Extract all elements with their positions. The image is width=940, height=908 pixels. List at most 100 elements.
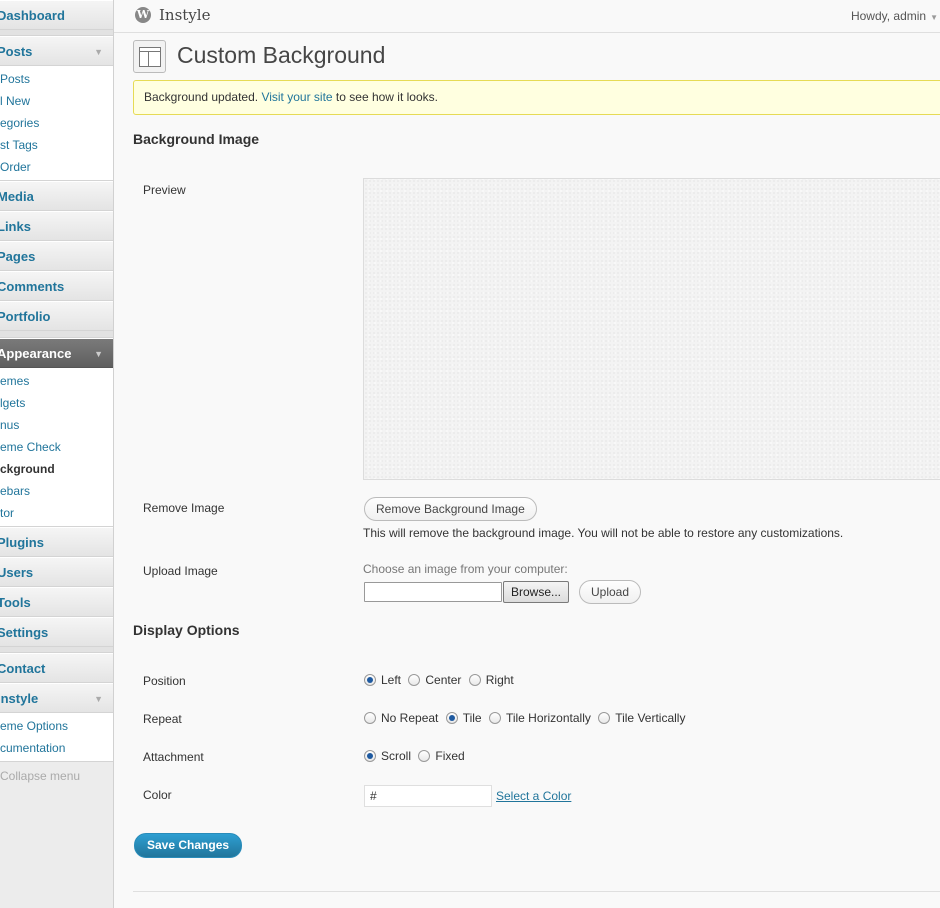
menu-users[interactable]: Users [0,557,113,587]
collapse-menu-label: Collapse menu [0,769,81,783]
remove-image-label: Remove Image [143,501,225,515]
position-label: Position [143,674,186,688]
radio-label: Scroll [381,749,412,763]
repeat-tile-option[interactable]: Tile [445,711,482,725]
radio-no-repeat[interactable] [364,712,376,724]
menu-settings[interactable]: Settings [0,617,113,647]
radio-right[interactable] [468,674,481,686]
submenu-item-add-new[interactable]: l New [0,90,113,112]
submenu-item-menus[interactable]: nus [0,414,113,436]
repeat-radio-group: No Repeat Tile Tile Horizontally Tile Ve… [364,711,689,725]
site-title[interactable]: Instyle [159,6,210,24]
menu-tools-label: Tools [0,595,31,610]
radio-tile-horizontally[interactable] [488,712,501,724]
submenu-label: egories [0,116,40,130]
repeat-no-repeat-option[interactable]: No Repeat [364,711,438,725]
user-menu[interactable]: Howdy, admin ▼ [851,9,938,23]
menu-comments-label: Comments [0,279,65,294]
collapse-menu[interactable]: Collapse menu [0,762,113,790]
menu-portfolio[interactable]: Portfolio [0,301,113,331]
chevron-down-icon[interactable]: ▼ [94,339,103,369]
menu-links[interactable]: Links [0,211,113,241]
notice-text: Background updated. [144,90,259,104]
file-path-input[interactable] [364,582,502,602]
submenu-label: lgets [0,396,26,410]
radio-left[interactable] [364,674,376,686]
chevron-down-icon[interactable]: ▼ [930,13,938,22]
submenu-item-documentation[interactable]: cumentation [0,737,113,759]
radio-tile[interactable] [445,712,458,724]
menu-tools[interactable]: Tools [0,587,113,617]
submenu-label: emes [0,374,30,388]
menu-plugins[interactable]: Plugins [0,527,113,557]
save-changes-button[interactable]: Save Changes [134,833,243,858]
menu-pages-label: Pages [0,249,36,264]
remove-image-description: This will remove the background image. Y… [363,526,844,540]
choose-image-text: Choose an image from your computer: [363,562,568,576]
repeat-tile-horizontally-option[interactable]: Tile Horizontally [488,711,591,725]
attachment-fixed-option[interactable]: Fixed [418,749,465,763]
browse-button[interactable]: Browse... [503,581,570,603]
remove-background-image-button[interactable]: Remove Background Image [364,497,537,521]
menu-plugins-label: Plugins [0,535,44,550]
radio-center[interactable] [408,674,421,686]
submenu-item-theme-check[interactable]: eme Check [0,436,113,458]
position-left-option[interactable]: Left [364,673,401,687]
radio-fixed[interactable] [418,750,431,762]
menu-dashboard[interactable]: Dashboard [0,0,113,30]
submenu-item-editor[interactable]: tor [0,502,113,524]
submenu-label: ebars [0,484,31,498]
submenu-item-post-tags[interactable]: st Tags [0,134,113,156]
radio-label: No Repeat [381,711,439,725]
preview-label: Preview [143,183,186,197]
submenu-item-widgets[interactable]: lgets [0,392,113,414]
submenu-item-posts[interactable]: Posts [0,68,113,90]
color-input[interactable]: # [364,785,492,807]
menu-users-label: Users [0,565,34,580]
menu-separator [0,331,113,338]
select-color-link[interactable]: Select a Color [496,789,571,803]
repeat-label: Repeat [143,712,182,726]
footer-divider [133,891,940,892]
submenu-label: nus [0,418,20,432]
submenu-label: tor [0,506,15,520]
submenu-label: eme Check [0,440,61,454]
chevron-down-icon[interactable]: ▼ [94,684,103,714]
menu-portfolio-label: Portfolio [0,309,51,324]
update-notice: Background updated. Visit your site to s… [133,80,940,115]
radio-label: Right [485,673,514,687]
radio-scroll[interactable] [364,750,376,762]
menu-instyle[interactable]: Instyle ▼ [0,683,113,713]
attachment-scroll-option[interactable]: Scroll [364,749,411,763]
submenu-item-themes[interactable]: emes [0,370,113,392]
submenu-label: Order [0,160,31,174]
menu-contact[interactable]: Contact [0,653,113,683]
submenu-item-sidebars[interactable]: ebars [0,480,113,502]
wordpress-logo-icon: W [135,7,151,23]
radio-tile-vertically[interactable] [598,712,611,724]
chevron-down-icon[interactable]: ▼ [94,37,103,67]
menu-instyle-label: Instyle [0,691,39,706]
upload-button[interactable]: Upload [579,580,642,604]
submenu-item-theme-options[interactable]: eme Options [0,715,113,737]
submenu-label: l New [0,94,31,108]
position-right-option[interactable]: Right [468,673,514,687]
position-center-option[interactable]: Center [408,673,461,687]
submenu-item-order[interactable]: Order [0,156,113,178]
upload-image-label: Upload Image [143,564,218,578]
menu-pages[interactable]: Pages [0,241,113,271]
submenu-item-background[interactable]: ckground [0,458,113,480]
menu-media-label: Media [0,189,34,204]
menu-appearance[interactable]: Appearance ▼ [0,338,113,368]
display-options-heading: Display Options [133,622,240,638]
submenu-label: ckground [0,462,55,476]
background-image-heading: Background Image [133,131,260,147]
menu-comments[interactable]: Comments [0,271,113,301]
radio-label: Left [381,673,402,687]
menu-media[interactable]: Media [0,181,113,211]
menu-appearance-label: Appearance [0,346,72,361]
visit-site-link[interactable]: Visit your site [261,90,332,104]
submenu-item-categories[interactable]: egories [0,112,113,134]
menu-posts[interactable]: Posts ▼ [0,36,113,66]
repeat-tile-vertically-option[interactable]: Tile Vertically [598,711,685,725]
